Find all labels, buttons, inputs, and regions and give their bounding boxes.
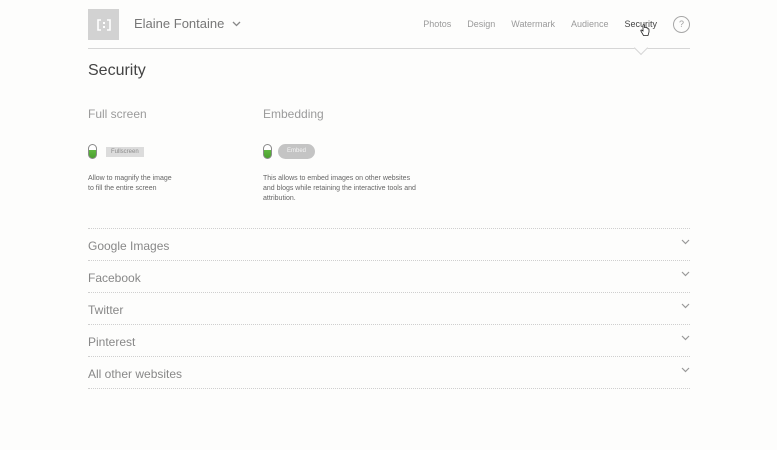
chevron-down-icon — [232, 21, 241, 26]
embedding-title: Embedding — [263, 107, 324, 121]
chevron-down-icon — [681, 239, 690, 245]
embedding-desc-line: and blogs while retaining the interactiv… — [263, 185, 416, 192]
section-all-other-websites[interactable]: All other websites — [88, 357, 690, 389]
help-button[interactable]: ? — [673, 15, 690, 33]
section-label: Twitter — [88, 303, 124, 317]
page-title: Security — [88, 62, 146, 79]
help-icon: ? — [678, 19, 684, 29]
fullscreen-tag: Fullscreen — [106, 146, 144, 157]
sharing-sections: Google Images Facebook Twitter Pinterest… — [88, 228, 690, 389]
chevron-down-icon — [681, 271, 690, 277]
account-name: Elaine Fontaine — [134, 16, 225, 31]
section-google-images[interactable]: Google Images — [88, 229, 690, 261]
embedding-option: Embedding Embed This allows to embed ima… — [263, 106, 448, 202]
page-container: Elaine Fontaine Photos Design Watermark … — [88, 0, 690, 389]
section-pinterest[interactable]: Pinterest — [88, 325, 690, 357]
fullscreen-title: Full screen — [88, 107, 147, 121]
chevron-down-icon — [681, 367, 690, 373]
fullscreen-description: Allow to magnify the image to fill the e… — [88, 174, 172, 194]
section-label: All other websites — [88, 367, 183, 381]
nav-audience[interactable]: Audience — [571, 14, 609, 34]
chevron-down-icon — [681, 303, 690, 309]
fullscreen-toggle[interactable] — [88, 144, 97, 159]
section-label: Google Images — [88, 239, 170, 253]
embed-button[interactable]: Embed — [278, 144, 316, 159]
embedding-desc-line: This allows to embed images on other web… — [263, 175, 411, 182]
fullscreen-desc-line: to fill the entire screen — [88, 185, 157, 192]
embedding-toggle[interactable] — [263, 144, 272, 159]
section-label: Facebook — [88, 271, 141, 285]
hand-cursor-icon — [640, 24, 650, 36]
top-bar: Elaine Fontaine Photos Design Watermark … — [88, 0, 690, 56]
chevron-down-icon — [681, 335, 690, 341]
active-tab-indicator — [633, 40, 649, 56]
embedding-desc-line: attribution. — [263, 195, 296, 202]
embedding-description: This allows to embed images on other web… — [263, 174, 416, 204]
nav-design[interactable]: Design — [467, 14, 495, 34]
brand-logo[interactable] — [88, 9, 119, 40]
embedding-toggle-row: Embed — [263, 144, 316, 159]
account-menu[interactable]: Elaine Fontaine — [134, 16, 241, 31]
fullscreen-option: Full screen Fullscreen Allow to magnify … — [88, 106, 238, 192]
nav-watermark[interactable]: Watermark — [511, 14, 555, 34]
fullscreen-toggle-row: Fullscreen — [88, 144, 144, 159]
section-label: Pinterest — [88, 335, 136, 349]
section-facebook[interactable]: Facebook — [88, 261, 690, 293]
logo-bracket-icon — [96, 18, 111, 31]
section-twitter[interactable]: Twitter — [88, 293, 690, 325]
fullscreen-desc-line: Allow to magnify the image — [88, 175, 172, 182]
nav-photos[interactable]: Photos — [423, 14, 451, 34]
